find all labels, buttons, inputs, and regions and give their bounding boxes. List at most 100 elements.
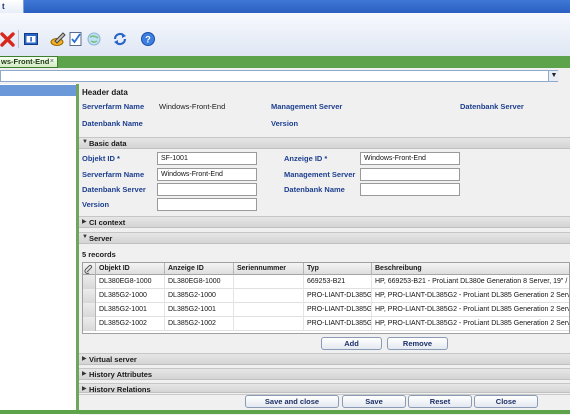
add-button[interactable]: Add xyxy=(321,337,382,350)
tab-serverfarm[interactable]: ws-Front-End × xyxy=(0,56,58,68)
section-virtual-server[interactable]: ▶ Virtual server xyxy=(79,353,570,365)
collapsed-arrow-icon: ▶ xyxy=(82,371,87,377)
anzeige-id-field[interactable]: Windows-Front-End xyxy=(360,152,460,165)
table-cell xyxy=(234,303,304,317)
table-cell: DL380EG8-1000 xyxy=(96,275,165,289)
table-row[interactable]: DL385G2-1002 DL385G2-1002 PRO-LIANT-DL38… xyxy=(83,317,569,331)
collapsed-arrow-icon: ▶ xyxy=(82,219,87,225)
section-server[interactable]: ▼ Server xyxy=(79,232,570,244)
header-serverfarm-name-label: Serverfarm Name xyxy=(82,102,145,111)
table-cell: DL385G2-1002 xyxy=(96,317,165,331)
column-header[interactable]: Objekt ID xyxy=(96,263,165,275)
select-column-header[interactable] xyxy=(83,263,96,275)
tab-close-icon[interactable]: × xyxy=(50,57,54,67)
table-cell: HP, PRO-LIANT-DL385G2 - ProLiant DL385 G… xyxy=(372,289,569,303)
section-title: History Relations xyxy=(89,385,151,393)
section-basic-data[interactable]: ▼ Basic data xyxy=(79,137,570,149)
header-datenbank-name-label: Datenbank Name xyxy=(82,119,143,128)
table-cell: HP, 669253-B21 - ProLiant DL380e Generat… xyxy=(372,275,569,289)
collapsed-arrow-icon: ▶ xyxy=(82,356,87,362)
table-cell: PRO-LIANT-DL385G2 xyxy=(304,303,372,317)
row-selector[interactable] xyxy=(83,317,96,331)
row-selector[interactable] xyxy=(83,289,96,303)
header-version-label: Version xyxy=(271,119,299,128)
close-icon[interactable] xyxy=(0,31,16,47)
table-cell: HP, PRO-LIANT-DL385G2 - ProLiant DL385 G… xyxy=(372,317,569,331)
toolbar-separator xyxy=(18,30,19,48)
table-row[interactable]: DL385G2-1001 DL385G2-1001 PRO-LIANT-DL38… xyxy=(83,303,569,317)
management-server-label: Management Server xyxy=(284,170,356,179)
section-history-relations[interactable]: ▶ History Relations xyxy=(79,383,570,393)
datenbank-server-field[interactable] xyxy=(157,183,257,196)
table-cell: HP, PRO-LIANT-DL385G2 - ProLiant DL385 G… xyxy=(372,303,569,317)
tab-label: ws-Front-End xyxy=(1,57,50,66)
table-cell xyxy=(234,317,304,331)
record-count: 5 records xyxy=(82,250,116,259)
refresh-icon[interactable] xyxy=(112,31,128,47)
serverfarm-name-label: Serverfarm Name xyxy=(82,170,145,179)
section-title: CI context xyxy=(89,218,126,227)
table-cell: DL385G2-1000 xyxy=(165,289,234,303)
help-icon[interactable]: ? xyxy=(140,31,156,47)
expanded-arrow-icon: ▼ xyxy=(82,139,88,145)
table-cell: PRO-LIANT-DL385G2 xyxy=(304,289,372,303)
close-button[interactable]: Close xyxy=(474,395,538,408)
window-tab[interactable]: t xyxy=(0,0,24,13)
expanded-arrow-icon: ▼ xyxy=(82,234,88,240)
table-cell xyxy=(234,289,304,303)
column-header[interactable]: Seriennummer xyxy=(234,263,304,275)
reset-button[interactable]: Reset xyxy=(408,395,472,408)
save-button[interactable]: Save xyxy=(342,395,406,408)
globe-icon[interactable] xyxy=(86,31,102,47)
remove-button[interactable]: Remove xyxy=(387,337,448,350)
table-cell: DL385G2-1000 xyxy=(96,289,165,303)
section-ci-context[interactable]: ▶ CI context xyxy=(79,216,570,228)
datenbank-name-field[interactable] xyxy=(360,183,460,196)
table-cell: 669253-B21 xyxy=(304,275,372,289)
table-cell: DL385G2-1001 xyxy=(96,303,165,317)
header-management-server-label: Management Server xyxy=(271,102,343,111)
server-table: Objekt ID Anzeige ID Seriennummer Typ Be… xyxy=(82,262,570,334)
collapsed-arrow-icon: ▶ xyxy=(82,386,87,392)
toolbar: ? xyxy=(0,13,570,57)
save-and-close-button[interactable]: Save and close xyxy=(245,395,339,408)
navigation-combo[interactable] xyxy=(0,70,558,82)
header-data-title: Header data xyxy=(82,88,128,97)
column-header[interactable]: Typ xyxy=(304,263,372,275)
section-title: Server xyxy=(89,234,113,243)
left-navigation-panel xyxy=(0,84,77,414)
table-cell: DL385G2-1001 xyxy=(165,303,234,317)
tab-strip xyxy=(0,56,570,68)
datenbank-server-label: Datenbank Server xyxy=(82,185,146,194)
window-title-bar xyxy=(0,0,570,13)
column-header[interactable]: Anzeige ID xyxy=(165,263,234,275)
section-title: History Attributes xyxy=(89,370,153,379)
section-title: Basic data xyxy=(89,139,127,148)
paperclip-icon xyxy=(84,264,93,274)
edit-icon[interactable] xyxy=(50,31,66,47)
svg-text:?: ? xyxy=(145,35,151,45)
detail-icon[interactable] xyxy=(23,31,39,47)
header-serverfarm-name-value: Windows-Front-End xyxy=(159,102,226,111)
version-label: Version xyxy=(82,200,110,209)
row-selector[interactable] xyxy=(83,303,96,317)
column-header[interactable]: Beschreibung xyxy=(372,263,569,275)
footer-accent-strip xyxy=(0,410,570,414)
table-row[interactable]: DL385G2-1000 DL385G2-1000 PRO-LIANT-DL38… xyxy=(83,289,569,303)
section-history-attributes[interactable]: ▶ History Attributes xyxy=(79,368,570,380)
anzeige-id-label: Anzeige ID * xyxy=(284,154,328,163)
objekt-id-field[interactable]: SF-1001 xyxy=(157,152,257,165)
table-row[interactable]: DL380EG8-1000 DL380EG8-1000 669253-B21 H… xyxy=(83,275,569,289)
table-cell: DL380EG8-1000 xyxy=(165,275,234,289)
serverfarm-name-field[interactable]: Windows-Front-End xyxy=(157,168,257,181)
section-title: Virtual server xyxy=(89,355,137,364)
datenbank-name-label: Datenbank Name xyxy=(284,185,345,194)
version-field[interactable] xyxy=(157,198,257,211)
left-panel-selected-item[interactable] xyxy=(0,85,76,96)
chevron-down-icon[interactable]: ▼ xyxy=(548,71,559,81)
management-server-field[interactable] xyxy=(360,168,460,181)
row-selector[interactable] xyxy=(83,275,96,289)
checklist-icon[interactable] xyxy=(68,31,84,47)
header-datenbank-server-label: Datenbank Server xyxy=(460,102,524,111)
table-cell: PRO-LIANT-DL385G2 xyxy=(304,317,372,331)
